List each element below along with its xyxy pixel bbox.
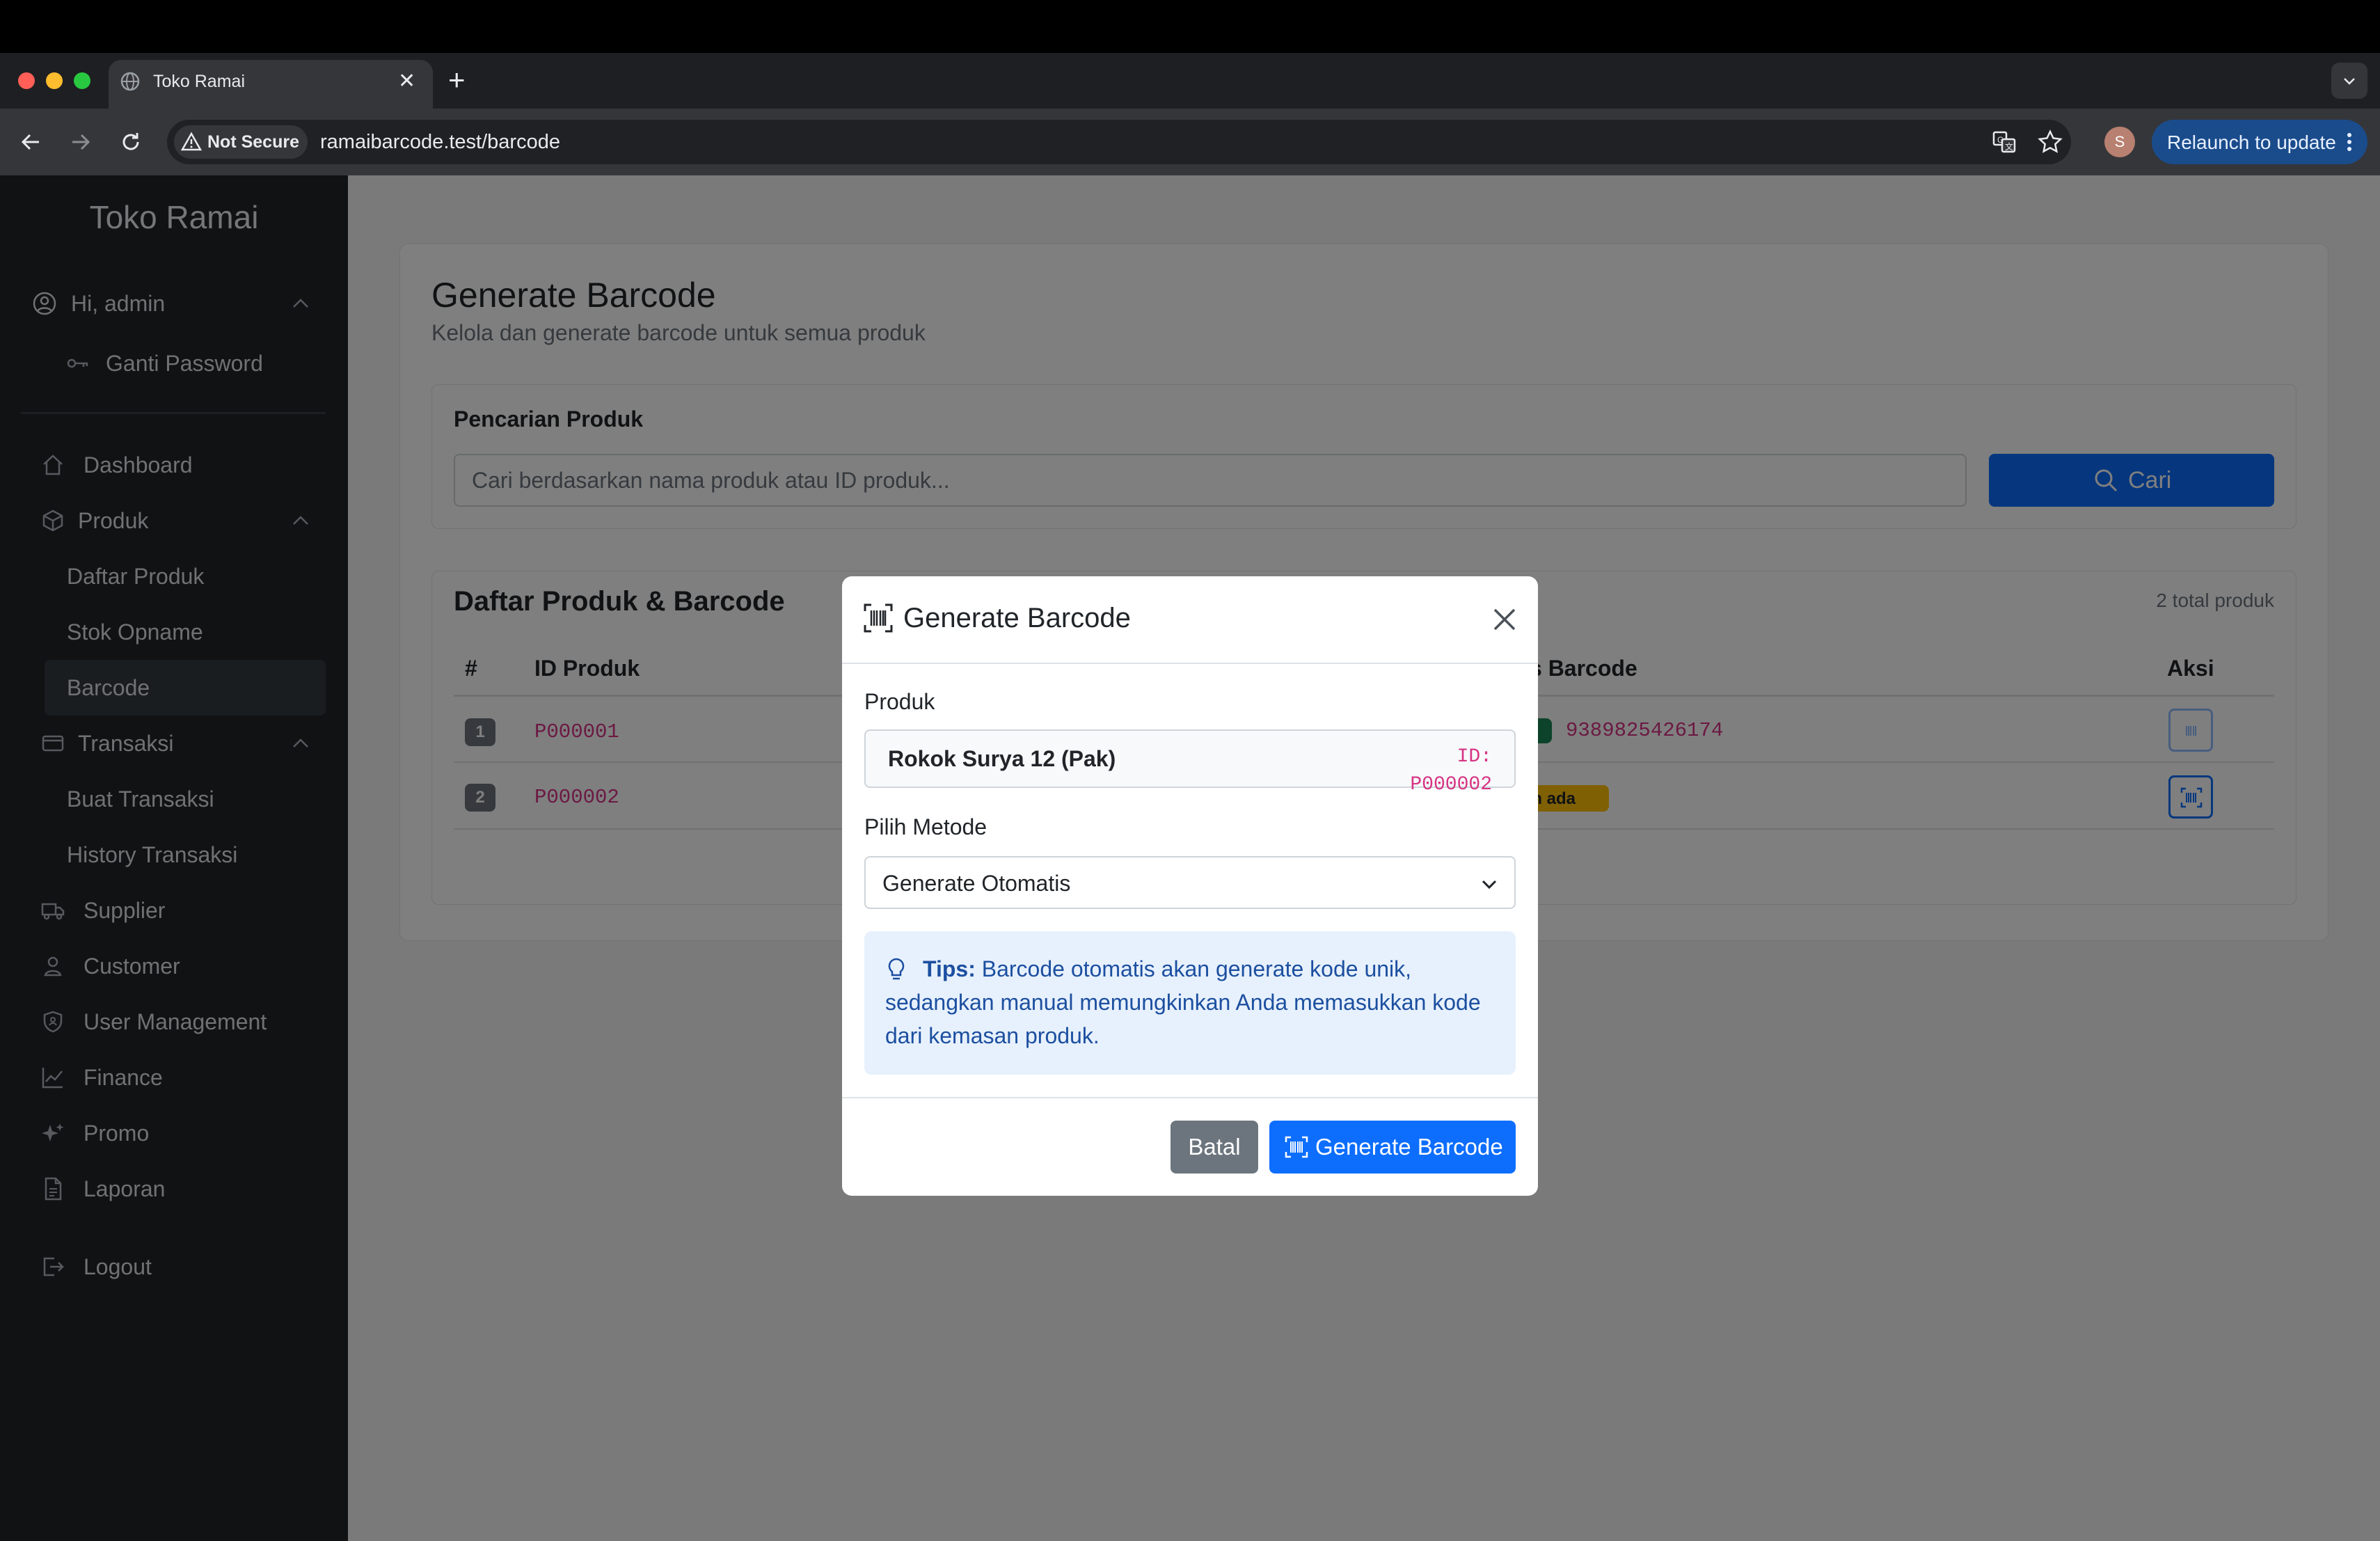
- method-select[interactable]: Generate Otomatis: [864, 856, 1516, 909]
- generate-barcode-button[interactable]: Generate Barcode: [1269, 1121, 1516, 1173]
- tab-title: Toko Ramai: [153, 72, 245, 91]
- generate-barcode-button-label: Generate Barcode: [1315, 1134, 1503, 1160]
- window-close-button[interactable]: [18, 72, 35, 89]
- window-minimize-button[interactable]: [46, 72, 63, 89]
- url-text[interactable]: ramaibarcode.test/barcode: [320, 128, 560, 156]
- kebab-menu-icon: [2347, 133, 2351, 151]
- bookmark-star-icon[interactable]: [2036, 128, 2064, 156]
- modal-title: Generate Barcode: [903, 603, 1131, 633]
- product-id-code: ID: P000002: [1410, 746, 1492, 796]
- chevron-down-icon: [1482, 880, 1497, 890]
- tips-text-block: Tips: Barcode otomatis akan generate kod…: [885, 952, 1498, 1052]
- warning-triangle-icon: [181, 132, 202, 151]
- back-arrow-icon[interactable]: [17, 128, 45, 156]
- modal-header-divider: [842, 663, 1538, 664]
- svg-text:文: 文: [2005, 141, 2013, 152]
- window-zoom-button[interactable]: [74, 72, 90, 89]
- close-icon[interactable]: [1489, 604, 1520, 635]
- security-indicator[interactable]: Not Secure: [174, 125, 308, 159]
- relaunch-label: Relaunch to update: [2167, 132, 2336, 153]
- profile-avatar[interactable]: S: [2104, 127, 2135, 157]
- cancel-button-label: Batal: [1188, 1134, 1241, 1160]
- barcode-scan-icon: [1285, 1136, 1308, 1158]
- relaunch-button[interactable]: Relaunch to update: [2152, 120, 2367, 164]
- tab-search-button[interactable]: [2331, 63, 2367, 99]
- tips-title: Tips:: [923, 956, 976, 981]
- security-label: Not Secure: [207, 132, 299, 152]
- barcode-scan-icon: [864, 603, 893, 633]
- tab-close-icon[interactable]: ✕: [398, 70, 415, 93]
- method-selected-value: Generate Otomatis: [882, 871, 1071, 896]
- product-name: Rokok Surya 12 (Pak): [888, 746, 1116, 771]
- reload-icon[interactable]: [117, 128, 145, 156]
- svg-text:G: G: [1997, 135, 2004, 145]
- tips-alert: Tips: Barcode otomatis akan generate kod…: [864, 931, 1516, 1075]
- forward-arrow-icon[interactable]: [67, 128, 95, 156]
- modal-footer-divider: [842, 1097, 1538, 1098]
- method-label: Pilih Metode: [864, 814, 987, 839]
- chevron-down-icon: [2344, 78, 2355, 85]
- translate-icon[interactable]: G 文: [1990, 128, 2018, 156]
- globe-icon: [120, 72, 140, 91]
- new-tab-icon[interactable]: +: [448, 64, 466, 96]
- product-label: Produk: [864, 689, 935, 714]
- cancel-button[interactable]: Batal: [1171, 1121, 1258, 1173]
